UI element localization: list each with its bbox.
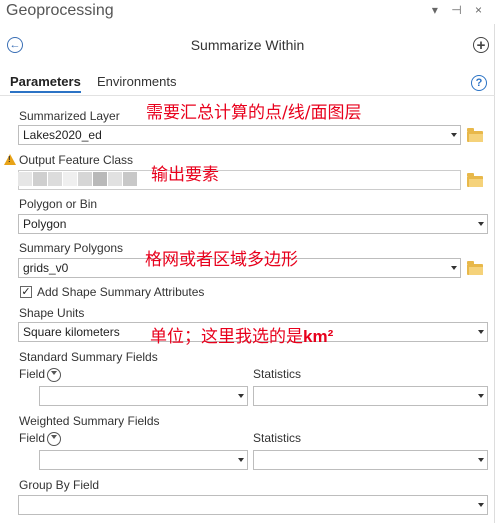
add-button[interactable]: + (473, 37, 489, 53)
standard-statistics-select[interactable] (253, 386, 488, 406)
standard-statistics-label: Statistics (253, 367, 302, 381)
weighted-statistics-select[interactable] (253, 450, 488, 470)
standard-field-label: Field (19, 367, 46, 381)
warning-icon (4, 154, 16, 165)
annotation-summarized: 需要汇总计算的点/线/面图层 (146, 103, 362, 123)
summarized-layer-select[interactable]: Lakes2020_ed (18, 125, 461, 145)
weighted-field-select[interactable] (39, 450, 248, 470)
polygon-or-bin-value: Polygon (23, 217, 67, 231)
standard-field-header: Field (19, 367, 62, 382)
pane-controls[interactable]: ▾ ⊣ × (432, 3, 487, 17)
tabs-divider (0, 95, 495, 96)
folder-icon[interactable] (467, 173, 483, 187)
plus-icon: + (476, 36, 486, 54)
chevron-down-icon (478, 330, 484, 334)
chevron-down-icon (478, 503, 484, 507)
add-shape-summary-label: Add Shape Summary Attributes (37, 285, 205, 299)
tab-environments[interactable]: Environments (97, 74, 176, 89)
annotation-units-bold: km² (303, 327, 334, 346)
folder-icon[interactable] (467, 128, 483, 142)
shape-units-label: Shape Units (19, 306, 85, 320)
chevron-down-icon (478, 394, 484, 398)
annotation-polygons: 格网或者区域多边形 (145, 250, 298, 270)
folder-icon[interactable] (467, 261, 483, 275)
polygon-or-bin-select[interactable]: Polygon (18, 214, 488, 234)
chevron-down-icon (238, 394, 244, 398)
standard-field-select[interactable] (39, 386, 248, 406)
pane-title: Geoprocessing (6, 2, 114, 19)
summary-polygons-value: grids_v0 (23, 261, 69, 275)
weighted-summary-fields-label: Weighted Summary Fields (19, 414, 160, 428)
field-dropdown-icon[interactable] (47, 431, 62, 446)
annotation-units: 单位；这里我选的是km² (150, 322, 333, 347)
annotation-output: 输出要素 (151, 165, 219, 185)
blurred-path (18, 172, 148, 190)
group-by-field-label: Group By Field (19, 478, 100, 492)
help-icon[interactable]: ? (471, 75, 487, 91)
polygon-or-bin-label: Polygon or Bin (19, 197, 98, 211)
chevron-down-icon (451, 133, 457, 137)
summary-polygons-label: Summary Polygons (19, 241, 124, 255)
tool-title: Summarize Within (190, 37, 305, 53)
group-by-field-select[interactable] (18, 495, 488, 515)
standard-summary-fields-label: Standard Summary Fields (19, 350, 158, 364)
weighted-field-label: Field (19, 431, 46, 445)
summarized-layer-value: Lakes2020_ed (23, 128, 102, 142)
chevron-down-icon (478, 222, 484, 226)
chevron-down-icon (451, 266, 457, 270)
chevron-down-icon (478, 458, 484, 462)
add-shape-summary-checkbox[interactable]: ✓ (20, 286, 32, 298)
shape-units-value: Square kilometers (23, 325, 120, 339)
weighted-statistics-label: Statistics (253, 431, 302, 445)
summarized-layer-label: Summarized Layer (19, 109, 120, 123)
chevron-down-icon (238, 458, 244, 462)
weighted-field-header: Field (19, 431, 62, 446)
field-dropdown-icon[interactable] (47, 367, 62, 382)
output-feature-class-label: Output Feature Class (19, 153, 134, 167)
annotation-units-prefix: 单位；这里我选的是 (150, 327, 303, 347)
tab-parameters[interactable]: Parameters (10, 74, 81, 93)
